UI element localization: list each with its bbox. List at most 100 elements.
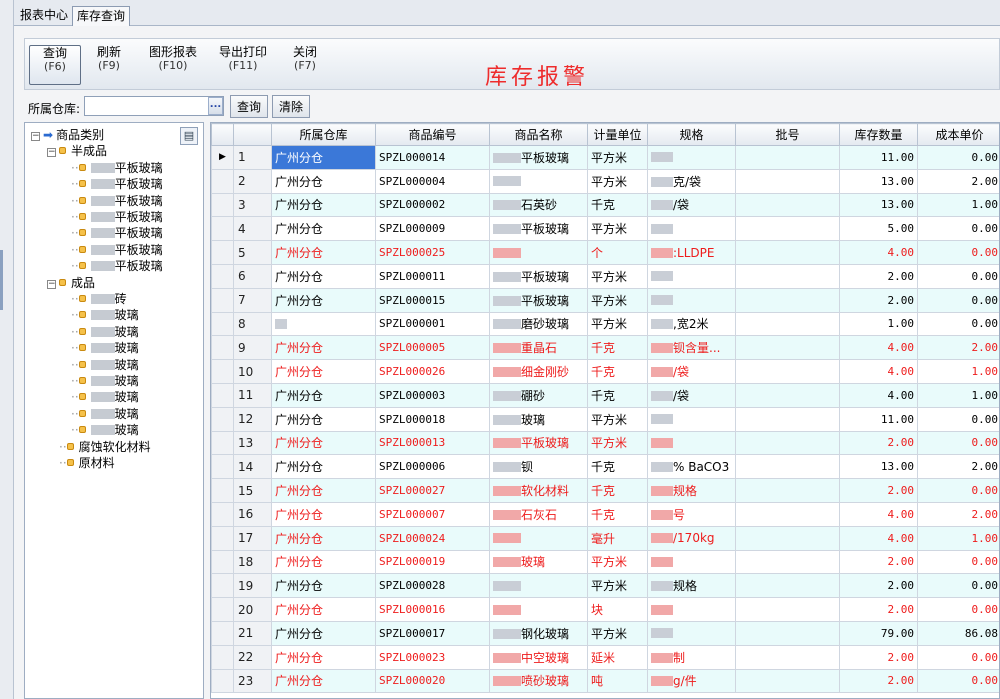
cell-qty[interactable]: 13.00 <box>839 192 918 218</box>
row-indicator[interactable] <box>211 597 234 622</box>
row-number[interactable]: 11 <box>233 382 272 408</box>
cell-batch[interactable] <box>735 287 840 313</box>
table-row[interactable]: 17 广州分仓 SPZL000024 毫升/170kg 4.00 1.00 <box>211 525 999 551</box>
cell-batch[interactable] <box>735 620 840 646</box>
cell-unit[interactable]: 平方米 <box>587 263 648 289</box>
row-number[interactable]: 9 <box>233 335 272 361</box>
tab-inventory-query[interactable]: 库存查询 <box>72 6 131 26</box>
table-row[interactable]: 11 广州分仓 SPZL000003 硼砂 千克/袋 4.00 1.00 <box>211 382 999 408</box>
cell-code[interactable]: SPZL000028 <box>375 573 490 599</box>
cell-qty[interactable]: 2.00 <box>839 597 918 622</box>
cell-spec[interactable]: 规格 <box>647 478 736 503</box>
row-indicator[interactable] <box>211 620 234 646</box>
cell-warehouse[interactable]: 广州分仓 <box>271 263 376 289</box>
close-button[interactable]: 关闭 (F7) <box>279 45 331 85</box>
tree-item-finished[interactable]: ·· 砖 <box>71 291 127 307</box>
cell-code[interactable]: SPZL000017 <box>375 620 490 646</box>
collapse-icon[interactable]: − <box>47 279 56 289</box>
cell-code[interactable]: SPZL000004 <box>375 168 490 194</box>
header-warehouse[interactable]: 所属仓库 <box>271 123 376 146</box>
cell-unit[interactable]: 千克 <box>587 335 648 361</box>
row-number[interactable]: 20 <box>233 597 272 622</box>
row-number[interactable]: 15 <box>233 478 272 503</box>
cell-warehouse[interactable]: 广州分仓 <box>271 406 376 432</box>
cell-code[interactable]: SPZL000020 <box>375 668 490 694</box>
cell-cost[interactable]: 0.00 <box>917 406 999 432</box>
tree-node-other[interactable]: ·· 腐蚀软化材料 <box>59 439 151 455</box>
cell-spec[interactable] <box>647 263 736 289</box>
cell-code[interactable]: SPZL000026 <box>375 359 490 384</box>
tree-node-other[interactable]: ·· 原材料 <box>59 455 115 471</box>
cell-unit[interactable]: 千克 <box>587 382 648 408</box>
cell-spec[interactable] <box>647 430 736 456</box>
cell-warehouse[interactable]: 广州分仓 <box>271 192 376 218</box>
cell-qty[interactable]: 4.00 <box>839 240 918 265</box>
cell-warehouse[interactable]: 广州分仓 <box>271 549 376 575</box>
cell-qty[interactable]: 11.00 <box>839 145 918 170</box>
cell-code[interactable]: SPZL000018 <box>375 406 490 432</box>
row-number[interactable]: 8 <box>233 311 272 337</box>
cell-qty[interactable]: 4.00 <box>839 501 918 527</box>
tab-report-center[interactable]: 报表中心 <box>16 6 72 26</box>
cell-cost[interactable]: 2.00 <box>917 501 999 527</box>
cell-cost[interactable]: 0.00 <box>917 311 999 337</box>
cell-code[interactable]: SPZL000019 <box>375 549 490 575</box>
header-qty[interactable]: 库存数量 <box>839 123 918 146</box>
header-cost[interactable]: 成本单价 <box>917 123 999 146</box>
cell-code[interactable]: SPZL000009 <box>375 216 490 242</box>
cell-unit[interactable]: 平方米 <box>587 430 648 456</box>
cell-batch[interactable] <box>735 549 840 575</box>
cell-code[interactable]: SPZL000001 <box>375 311 490 337</box>
cell-cost[interactable]: 1.00 <box>917 192 999 218</box>
table-row[interactable]: 9 广州分仓 SPZL000005 重晶石 千克 钡含量... 4.00 2.00 <box>211 335 999 361</box>
table-row[interactable]: 20 广州分仓 SPZL000016 块 2.00 0.00 <box>211 597 999 622</box>
table-row[interactable]: 15 广州分仓 SPZL000027 软化材料 千克 规格 2.00 0.00 <box>211 478 999 503</box>
table-row[interactable]: 23 广州分仓 SPZL000020 喷砂玻璃 吨 g/件 2.00 0.00 <box>211 668 999 694</box>
cell-spec[interactable] <box>647 145 736 170</box>
row-number[interactable]: 23 <box>233 668 272 694</box>
cell-batch[interactable] <box>735 454 840 480</box>
row-indicator[interactable] <box>211 216 234 242</box>
cell-qty[interactable]: 4.00 <box>839 382 918 408</box>
row-indicator[interactable] <box>211 263 234 289</box>
cell-spec[interactable] <box>647 620 736 646</box>
table-row[interactable]: 16 广州分仓 SPZL000007 石灰石 千克 号 4.00 2.00 <box>211 501 999 527</box>
cell-unit[interactable]: 吨 <box>587 668 648 694</box>
cell-spec[interactable] <box>647 287 736 313</box>
filter-clear-button[interactable]: 清除 <box>272 95 310 118</box>
cell-batch[interactable] <box>735 406 840 432</box>
cell-batch[interactable] <box>735 478 840 503</box>
tree-node-finished[interactable]: − 成品 <box>47 275 95 291</box>
cell-name[interactable]: 玻璃 <box>489 549 588 575</box>
row-indicator[interactable] <box>211 454 234 480</box>
cell-name[interactable]: 平板玻璃 <box>489 216 588 242</box>
cell-batch[interactable] <box>735 335 840 361</box>
cell-name[interactable]: 石英砂 <box>489 192 588 218</box>
tree-item-semi[interactable]: ·· 平板玻璃 <box>71 176 163 192</box>
cell-spec[interactable]: /170kg <box>647 525 736 551</box>
cell-cost[interactable]: 0.00 <box>917 430 999 456</box>
cell-unit[interactable]: 千克 <box>587 454 648 480</box>
cell-spec[interactable]: 制 <box>647 644 736 670</box>
cell-spec[interactable]: g/件 <box>647 668 736 694</box>
cell-name[interactable]: 平板玻璃 <box>489 145 588 170</box>
table-row[interactable]: 14 广州分仓 SPZL000006 钡 千克 % BaCO3 13.00 2.00 <box>211 454 999 480</box>
cell-cost[interactable]: 0.00 <box>917 573 999 599</box>
cell-cost[interactable]: 2.00 <box>917 168 999 194</box>
table-row[interactable]: ▶ 1 广州分仓 SPZL000014 平板玻璃 平方米 11.00 0.00 <box>211 145 999 170</box>
row-number[interactable]: 10 <box>233 359 272 384</box>
table-row[interactable]: 7 广州分仓 SPZL000015 平板玻璃 平方米 2.00 0.00 <box>211 287 999 313</box>
row-indicator[interactable] <box>211 573 234 599</box>
cell-cost[interactable]: 1.00 <box>917 382 999 408</box>
cell-qty[interactable]: 2.00 <box>839 263 918 289</box>
row-number[interactable]: 22 <box>233 644 272 670</box>
cell-code[interactable]: SPZL000027 <box>375 478 490 503</box>
row-indicator[interactable] <box>211 501 234 527</box>
row-number[interactable]: 16 <box>233 501 272 527</box>
cell-name[interactable]: 玻璃 <box>489 406 588 432</box>
cell-warehouse[interactable]: 广州分仓 <box>271 620 376 646</box>
cell-qty[interactable]: 4.00 <box>839 359 918 384</box>
cell-spec[interactable]: ,宽2米 <box>647 311 736 337</box>
cell-spec[interactable]: /袋 <box>647 382 736 408</box>
cell-name[interactable] <box>489 573 588 599</box>
